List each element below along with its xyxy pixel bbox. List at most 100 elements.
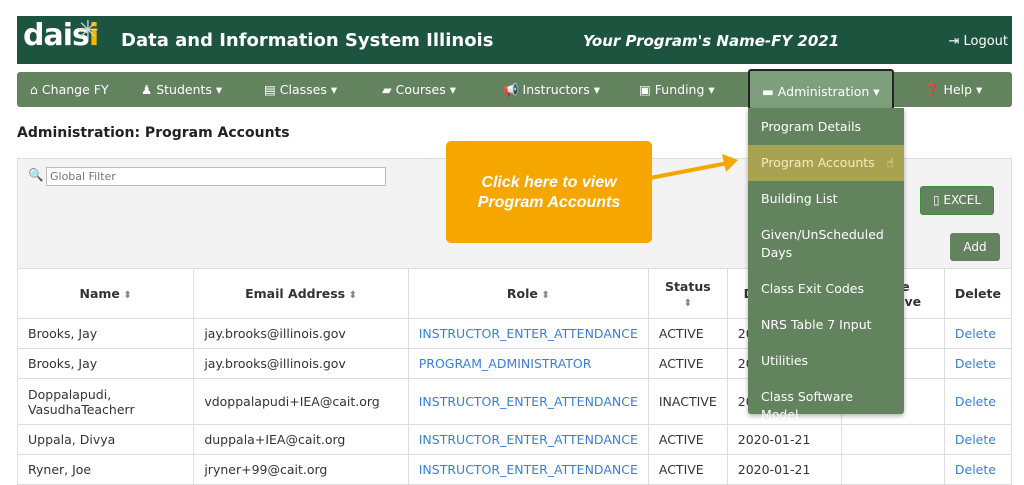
search-icon: 🔍: [28, 167, 44, 182]
nav-change-fy[interactable]: ⌂ Change FY: [30, 72, 109, 107]
hand-cursor-icon: ☝: [886, 155, 894, 170]
app-header: daisi ✳ Data and Information System Illi…: [17, 16, 1012, 64]
role-link[interactable]: INSTRUCTOR_ENTER_ATTENDANCE: [419, 326, 638, 341]
cell-text: ACTIVE: [658, 356, 704, 371]
cell-text: Ryner, Joe: [28, 462, 92, 477]
table-cell: Doppalapudi, VasudhaTeacherr: [16, 378, 195, 425]
delete-link[interactable]: Delete: [955, 462, 996, 477]
sort-icon[interactable]: ⬍: [538, 290, 549, 301]
table-cell: Delete: [943, 348, 1013, 379]
nav-administration[interactable]: ▬ Administration ▾: [748, 69, 894, 110]
table-cell: ACTIVE: [647, 318, 728, 349]
cell-text: jay.brooks@illinois.gov: [204, 326, 346, 341]
sort-icon[interactable]: ⬍: [684, 298, 692, 309]
dropdown-item[interactable]: Program Accounts ☝: [748, 145, 904, 181]
nav-funding[interactable]: ▣ Funding ▾: [639, 72, 715, 107]
column-header[interactable]: Status ⬍: [647, 268, 728, 319]
table-cell: vdoppalapudi+IEA@cait.org: [193, 378, 409, 425]
nav-classes[interactable]: ▤ Classes ▾: [264, 72, 337, 107]
cell-text: 2020-01-21: [737, 432, 811, 447]
table-cell: INACTIVE: [647, 378, 728, 425]
table-cell: ACTIVE: [647, 454, 728, 485]
table-cell: INSTRUCTOR_ENTER_ATTENDANCE: [407, 424, 649, 455]
nav-courses[interactable]: ▰ Courses ▾: [382, 72, 456, 107]
dropdown-item[interactable]: Utilities: [748, 352, 904, 370]
column-header[interactable]: Name ⬍: [16, 268, 195, 319]
home-icon: ⌂: [30, 82, 42, 97]
table-cell: ACTIVE: [647, 424, 728, 455]
table-cell: 2020-01-21: [726, 424, 842, 455]
logout-button[interactable]: ⇥ Logout: [948, 34, 1008, 49]
delete-link[interactable]: Delete: [955, 326, 996, 341]
cell-text: ACTIVE: [658, 462, 704, 477]
dropdown-item[interactable]: Given/UnScheduled Days: [748, 226, 904, 262]
table-cell: ACTIVE: [647, 348, 728, 379]
person-icon: ♟: [141, 82, 157, 97]
dropdown-item[interactable]: Class Software Model: [748, 388, 904, 424]
dropdown-item[interactable]: NRS Table 7 Input: [748, 316, 904, 334]
cell-text: ACTIVE: [658, 432, 704, 447]
table-cell: jay.brooks@illinois.gov: [193, 348, 409, 379]
table-cell: INSTRUCTOR_ENTER_ATTENDANCE: [407, 454, 649, 485]
table-cell: INSTRUCTOR_ENTER_ATTENDANCE: [407, 378, 649, 425]
nav-students[interactable]: ♟ Students ▾: [141, 72, 222, 107]
nav-instructors[interactable]: 📢 Instructors ▾: [503, 72, 600, 107]
sort-icon[interactable]: ⬍: [345, 290, 357, 301]
main-nav: ⌂ Change FY ♟ Students ▾ ▤ Classes ▾ ▰ C…: [17, 69, 1012, 110]
table-cell: Delete: [943, 318, 1013, 349]
role-link[interactable]: INSTRUCTOR_ENTER_ATTENDANCE: [419, 432, 638, 447]
role-link[interactable]: INSTRUCTOR_ENTER_ATTENDANCE: [419, 394, 638, 409]
cell-text: jryner+99@cait.org: [204, 462, 328, 477]
cell-text: vdoppalapudi+IEA@cait.org: [204, 394, 380, 409]
page-title: Administration: Program Accounts: [17, 125, 290, 141]
callout-arrow: [649, 154, 738, 180]
cell-text: Doppalapudi, VasudhaTeacherr: [28, 386, 135, 417]
dropdown-item[interactable]: Building List: [748, 190, 904, 208]
logout-icon: ⇥: [948, 34, 964, 49]
column-header: Delete: [943, 268, 1013, 319]
delete-link[interactable]: Delete: [955, 356, 996, 371]
cell-text: Uppala, Divya: [28, 432, 116, 447]
add-button[interactable]: Add: [950, 233, 1000, 261]
role-link[interactable]: PROGRAM_ADMINISTRATOR: [419, 356, 592, 371]
cell-text: Brooks, Jay: [28, 356, 98, 371]
column-header[interactable]: Email Address ⬍: [193, 268, 409, 319]
delete-link[interactable]: Delete: [955, 432, 996, 447]
table-cell: Delete: [943, 424, 1013, 455]
delete-link[interactable]: Delete: [955, 394, 996, 409]
column-header[interactable]: Role ⬍: [407, 268, 649, 319]
excel-file-icon: ▯: [933, 193, 944, 207]
excel-button[interactable]: ▯ EXCEL: [920, 186, 994, 215]
dropdown-item[interactable]: Program Details: [748, 118, 904, 136]
table-row: Uppala, Divya duppala+IEA@cait.org INSTRUC…: [16, 424, 1013, 455]
table-cell: [840, 454, 945, 485]
table-cell: 2020-01-21: [726, 454, 842, 485]
callout-tooltip: Click here to view Program Accounts: [446, 141, 652, 243]
app-title: Data and Information System Illinois: [121, 30, 494, 51]
global-filter-input[interactable]: [46, 167, 386, 186]
table-cell: Delete: [943, 454, 1013, 485]
cell-text: ACTIVE: [658, 326, 704, 341]
table-cell: jay.brooks@illinois.gov: [193, 318, 409, 349]
global-filter: 🔍: [28, 167, 386, 186]
table-cell: INSTRUCTOR_ENTER_ATTENDANCE: [407, 318, 649, 349]
cell-text: duppala+IEA@cait.org: [204, 432, 346, 447]
table-cell: Ryner, Joe: [16, 454, 195, 485]
program-name: Your Program's Name-FY 2021: [583, 32, 840, 50]
book-icon: ▰: [382, 82, 396, 97]
cell-text: INACTIVE: [658, 394, 717, 409]
cell-text: jay.brooks@illinois.gov: [204, 356, 346, 371]
building-icon: ▤: [264, 82, 280, 97]
table-cell: [840, 424, 945, 455]
nav-help[interactable]: ❓ Help ▾: [924, 72, 982, 107]
sort-icon[interactable]: ⬍: [120, 290, 131, 301]
cell-text: Brooks, Jay: [28, 326, 98, 341]
role-link[interactable]: INSTRUCTOR_ENTER_ATTENDANCE: [419, 462, 638, 477]
dropdown-item[interactable]: Class Exit Codes: [748, 280, 904, 298]
table-cell: PROGRAM_ADMINISTRATOR: [407, 348, 649, 379]
administration-dropdown: Program Details Program Accounts ☝ Buildin…: [748, 108, 904, 422]
money-icon: ▣: [639, 82, 655, 97]
table-cell: Delete: [943, 378, 1013, 425]
table-row: Ryner, Joe jryner+99@cait.org INSTRUCTOR_E…: [16, 454, 1013, 485]
table-cell: duppala+IEA@cait.org: [193, 424, 409, 455]
